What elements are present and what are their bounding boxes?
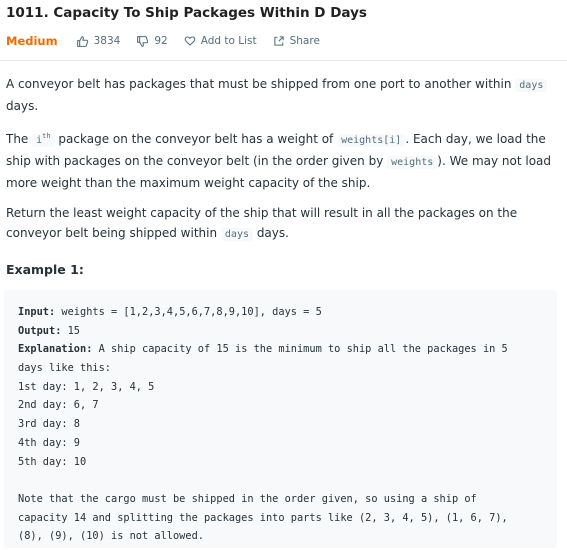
inline-code-weights-i: weights[i]: [337, 134, 406, 147]
header-divider: [0, 60, 567, 61]
description-paragraph-1: A conveyor belt has packages that must b…: [6, 74, 564, 116]
description-paragraph-2: The ith package on the conveyor belt has…: [6, 132, 552, 190]
example-line: 2nd day: 6, 7: [18, 399, 99, 412]
inline-code-weights: weights: [387, 156, 438, 169]
example-line: 1st day: 1, 2, 3, 4, 5: [18, 380, 155, 393]
share-icon: [273, 36, 284, 46]
thumbs-up-icon: [76, 35, 88, 47]
share-button[interactable]: Share: [273, 35, 320, 47]
heart-icon: [184, 36, 196, 46]
example-line: Note that the cargo must be shipped in t…: [18, 492, 477, 505]
problem-meta: Medium 3834 92 Add to List Share: [6, 34, 561, 48]
example-explanation-line: Explanation: A ship capacity of 15 is th…: [18, 343, 508, 356]
dislike-button[interactable]: 92: [136, 35, 168, 48]
add-to-list-button[interactable]: Add to List: [184, 35, 257, 47]
example-code-block: Input: weights = [1,2,3,4,5,6,7,8,9,10],…: [4, 290, 557, 548]
example-line: [18, 471, 543, 490]
problem-description: A conveyor belt has packages that must b…: [6, 74, 564, 255]
problem-header: 1011. Capacity To Ship Packages Within D…: [6, 4, 561, 48]
description-paragraph-3: Return the least weight capacity of the …: [6, 206, 518, 241]
inline-code-days-2: days: [220, 228, 253, 241]
share-label: Share: [289, 35, 320, 47]
example-line: (8), (9), (10) is not allowed.: [18, 530, 204, 543]
example-line: 5th day: 10: [18, 455, 87, 468]
example-line: capacity 14 and splitting the packages i…: [18, 511, 508, 524]
inline-code-days: days: [515, 79, 548, 92]
dislike-count: 92: [154, 35, 168, 47]
difficulty-badge: Medium: [6, 34, 58, 48]
example-input-line: Input: weights = [1,2,3,4,5,6,7,8,9,10],…: [18, 306, 322, 318]
example-line: 3rd day: 8: [18, 418, 80, 431]
like-button[interactable]: 3834: [76, 35, 121, 48]
example-output-line: Output: 15: [18, 324, 81, 337]
inline-code-ith: ith: [32, 132, 55, 147]
example-line: 4th day: 9: [18, 436, 80, 449]
add-to-list-label: Add to List: [200, 35, 257, 47]
problem-title: 1011. Capacity To Ship Packages Within D…: [6, 5, 367, 21]
example-line: days like this:: [18, 362, 111, 375]
like-count: 3834: [93, 35, 121, 47]
thumbs-down-icon: [137, 35, 149, 47]
example-title: Example 1:: [6, 262, 84, 277]
